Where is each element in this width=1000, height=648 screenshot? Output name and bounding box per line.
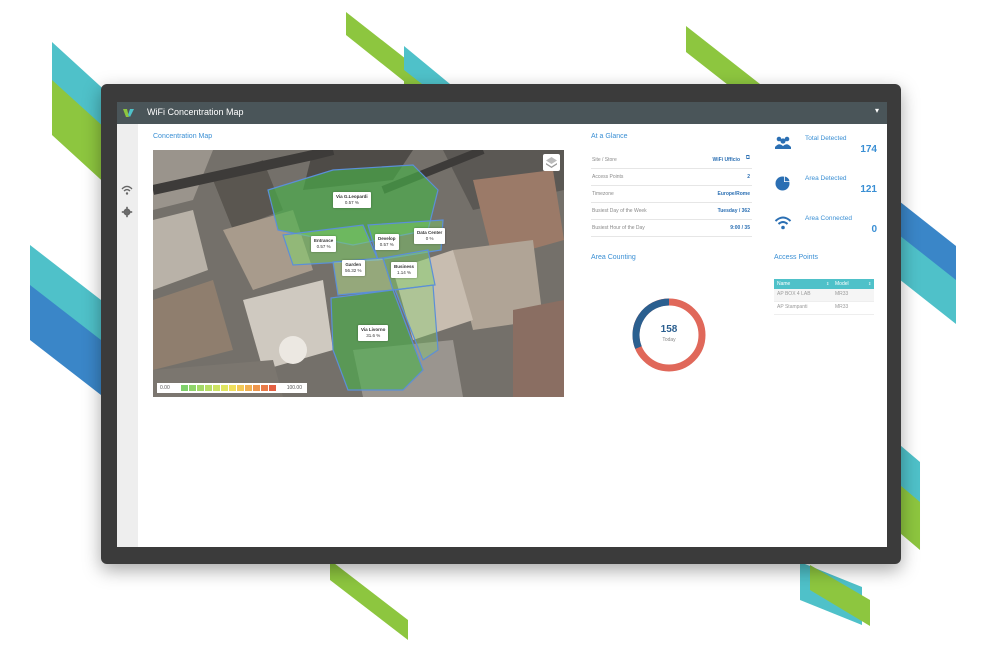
- area-counting-title: Area Counting: [591, 254, 636, 261]
- layers-icon: [546, 157, 557, 168]
- sort-icon[interactable]: ⇕: [826, 281, 829, 286]
- table-row[interactable]: AP BOX 4 LAB MR33: [774, 289, 874, 302]
- app-screen: WiFi Concentration Map ▾ Concentration M…: [117, 102, 887, 547]
- glance-section-title: At a Glance: [591, 133, 628, 140]
- area-detected-value: 121: [860, 184, 877, 195]
- zone-label-develop[interactable]: Develop 0.57 %: [375, 234, 399, 250]
- wifi-icon[interactable]: [121, 184, 133, 196]
- column-header-name[interactable]: Name: [777, 281, 790, 287]
- zone-label-data-center[interactable]: Data Center 0 %: [414, 228, 446, 244]
- app-title: WiFi Concentration Map: [147, 107, 244, 117]
- total-detected-label: Total Detected: [805, 135, 847, 142]
- zone-label-via-livorno[interactable]: Via Livorno 31.6 %: [358, 325, 389, 341]
- glance-row-busiest-day: Busiest Day of the Week Tuesday / 362: [591, 203, 752, 220]
- area-counting-donut: 158 Today: [630, 296, 708, 374]
- glance-row-site: Site / Store WiFi Ufficio ⧉: [591, 152, 752, 169]
- area-detected-label: Area Detected: [805, 175, 847, 182]
- users-icon: [775, 136, 791, 149]
- logo-icon: [123, 109, 134, 117]
- sort-icon[interactable]: ⇕: [868, 281, 871, 286]
- total-detected-value: 174: [860, 144, 877, 155]
- wifi-signal-icon: [774, 216, 792, 230]
- site-link[interactable]: WiFi Ufficio: [713, 157, 740, 163]
- glance-table: Site / Store WiFi Ufficio ⧉ Access Points 2…: [591, 152, 752, 237]
- area-counting-caption: Today: [662, 337, 676, 343]
- table-row[interactable]: AP Stampanti MR33: [774, 302, 874, 315]
- pie-chart-icon: [775, 175, 791, 191]
- side-nav: [117, 124, 138, 547]
- monitor-frame: WiFi Concentration Map ▾ Concentration M…: [101, 84, 901, 564]
- area-connected-value: 0: [871, 224, 877, 235]
- access-points-title: Access Points: [774, 254, 818, 261]
- donut-chart: [632, 298, 706, 372]
- area-counting-value: 158: [660, 324, 678, 335]
- chevron-down-icon[interactable]: ▾: [875, 106, 879, 115]
- concentration-map[interactable]: Via G.Leopardi 0.57 % Entrance 0.57 % Deve…: [153, 150, 564, 397]
- glance-row-busiest-hour: Busiest Hour of the Day 9:00 / 35: [591, 220, 752, 237]
- zone-label-entrance[interactable]: Entrance 0.57 %: [311, 236, 337, 252]
- zone-label-garden[interactable]: Garden 56.32 %: [342, 260, 365, 276]
- access-points-table: Name ⇕ Model ⇕ AP BOX 4 LAB MR33 AP Stam…: [774, 279, 874, 315]
- layers-button[interactable]: [543, 154, 560, 171]
- zone-label-via-leopardi[interactable]: Via G.Leopardi 0.57 %: [333, 192, 371, 208]
- area-connected-label: Area Connected: [805, 215, 852, 222]
- zone-label-business[interactable]: Business 1.14 %: [391, 262, 418, 278]
- legend-color-scale: [181, 385, 277, 391]
- external-link-icon[interactable]: ⧉: [746, 155, 750, 162]
- top-bar: WiFi Concentration Map ▾: [117, 102, 887, 124]
- map-section-title: Concentration Map: [153, 133, 213, 140]
- table-header: Name ⇕ Model ⇕: [774, 279, 874, 289]
- column-header-model[interactable]: Model: [835, 281, 849, 287]
- heat-legend: 0.00 100.00: [157, 383, 307, 393]
- legend-max: 100.00: [286, 385, 302, 391]
- legend-min: 0.00: [160, 385, 170, 391]
- glance-row-access-points: Access Points 2: [591, 169, 752, 186]
- glance-row-timezone: Timezone Europe/Rome: [591, 186, 752, 203]
- gear-icon[interactable]: [121, 206, 133, 218]
